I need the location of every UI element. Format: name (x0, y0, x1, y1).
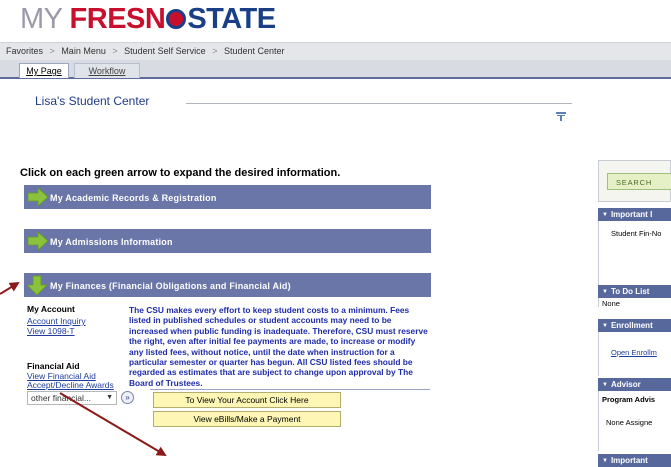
breadcrumb-separator: > (212, 46, 218, 56)
collapse-icon: ▼ (602, 289, 608, 295)
dropdown-arrow-icon: ▼ (106, 394, 113, 401)
header-label: Enrollment (610, 321, 653, 330)
advisor-header[interactable]: ▼ Advisor (598, 378, 671, 391)
breadcrumb-student-center[interactable]: Student Center (224, 46, 285, 56)
logo-my: MY (20, 3, 62, 35)
my-account-heading: My Account (27, 304, 75, 314)
fresno-state-logo: MY FRESN STATE (20, 3, 276, 35)
header-label: To Do List (610, 287, 650, 296)
fee-notice: The CSU makes every effort to keep stude… (129, 305, 428, 388)
enrollment-header[interactable]: ▼ Enrollment (598, 319, 671, 332)
program-advisor-label: Program Advis (602, 395, 656, 404)
section-finances[interactable]: My Finances (Financial Obligations and F… (24, 273, 431, 297)
search-button[interactable]: SEARCH (607, 173, 671, 190)
collapse-icon: ▼ (602, 382, 608, 388)
important-info-text: Student Fin-No (611, 229, 662, 238)
section-label: My Finances (Financial Obligations and F… (50, 281, 291, 291)
other-financial-select[interactable]: other financial... ▼ (27, 391, 117, 405)
open-enrollment-link[interactable]: Open Enrollm (611, 348, 657, 357)
todo-list-body: None (598, 298, 671, 307)
go-icon[interactable]: » (121, 391, 134, 404)
breadcrumb-favorites[interactable]: Favorites (6, 46, 43, 56)
tab-bar: My Page Workflow (0, 60, 671, 79)
important-info-body: Student Fin-No (598, 221, 671, 285)
breadcrumb-separator: > (112, 46, 118, 56)
collapse-icon: ▼ (602, 458, 608, 464)
title-divider (186, 103, 572, 104)
important-header[interactable]: ▼ Important (598, 454, 671, 467)
accept-decline-awards-link[interactable]: Accept/Decline Awards (27, 380, 114, 390)
collapse-icon: ▼ (602, 212, 608, 218)
logo-fresno: FRESN (69, 3, 166, 35)
seal-icon (166, 9, 187, 29)
search-panel: SEARCH (598, 160, 671, 202)
section-admissions[interactable]: My Admissions Information (24, 229, 431, 253)
expand-arrow-icon[interactable] (27, 231, 49, 251)
expand-arrow-icon[interactable] (27, 187, 49, 207)
todo-none-text: None (602, 299, 620, 307)
page-title: Lisa's Student Center (35, 94, 150, 108)
account-inquiry-link[interactable]: Account Inquiry (27, 316, 86, 326)
advisor-body: Program Advis None Assigne (598, 391, 671, 451)
header-label: Advisor (610, 380, 641, 389)
annotation-arrow-icon (0, 281, 20, 295)
select-value: other financial... (31, 393, 92, 403)
enrollment-body: Open Enrollm (598, 332, 671, 376)
todo-list-header[interactable]: ▼ To Do List (598, 285, 671, 298)
view-ebills-button[interactable]: View eBills/Make a Payment (153, 411, 341, 427)
section-label: My Admissions Information (50, 237, 173, 247)
advisor-value: None Assigne (606, 418, 653, 427)
breadcrumb-student-self-service[interactable]: Student Self Service (124, 46, 206, 56)
view-account-button[interactable]: To View Your Account Click Here (153, 392, 341, 408)
section-label: My Academic Records & Registration (50, 193, 217, 203)
view-1098t-link[interactable]: View 1098-T (27, 326, 75, 336)
personalize-icon[interactable] (556, 112, 566, 121)
finances-divider (150, 389, 430, 390)
breadcrumb-main-menu[interactable]: Main Menu (61, 46, 106, 56)
collapse-arrow-icon[interactable] (27, 275, 49, 295)
logo-state: STATE (187, 3, 276, 35)
collapse-icon: ▼ (602, 323, 608, 329)
header-label: Important I (610, 210, 653, 219)
important-info-header[interactable]: ▼ Important I (598, 208, 671, 221)
breadcrumb-separator: > (49, 46, 55, 56)
section-academic-records[interactable]: My Academic Records & Registration (24, 185, 431, 209)
tab-workflow[interactable]: Workflow (74, 63, 140, 78)
breadcrumb: Favorites > Main Menu > Student Self Ser… (0, 42, 671, 61)
financial-aid-heading: Financial Aid (27, 361, 80, 371)
right-sidebar: SEARCH ▼ Important I Student Fin-No ▼ To D… (598, 160, 671, 467)
instruction-text: Click on each green arrow to expand the … (20, 167, 341, 179)
tab-my-page[interactable]: My Page (19, 63, 69, 78)
